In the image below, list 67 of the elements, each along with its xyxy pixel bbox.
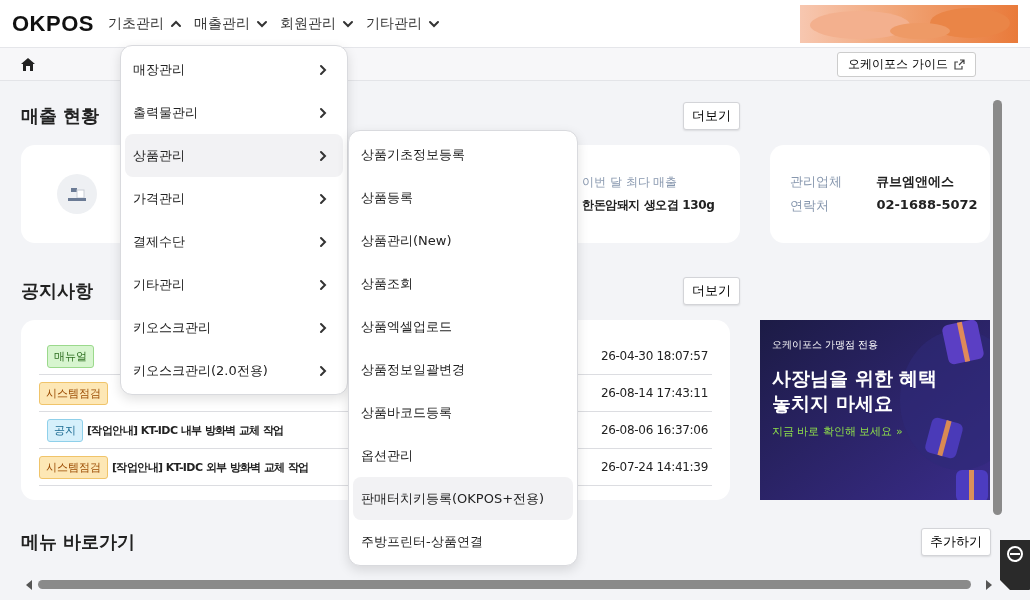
menu-item[interactable]: 상품등록	[353, 176, 573, 219]
nav-menu[interactable]: 회원관리	[279, 12, 354, 35]
menu-item[interactable]: 출력물관리	[125, 91, 343, 134]
logo[interactable]: OKPOS	[12, 10, 94, 37]
menu-item[interactable]: 키오스크관리	[125, 306, 343, 349]
chevron-right-icon	[317, 106, 329, 119]
notice-date: 26-08-06 16:37:06	[600, 423, 708, 437]
notice-date: 26-08-14 17:43:11	[600, 386, 708, 400]
menu-item[interactable]: 가격관리	[125, 177, 343, 220]
info-value: 02-1688-5072	[876, 197, 979, 214]
chevron-right-icon	[317, 235, 329, 248]
menu-item[interactable]: 상품관리(New)	[353, 219, 573, 262]
menu-item[interactable]: 옵션관리	[353, 434, 573, 477]
chevron-right-icon	[317, 63, 329, 76]
menu-item[interactable]: 상품바코드등록	[353, 391, 573, 434]
scroll-right-icon[interactable]	[985, 580, 993, 590]
notice-date: 26-07-24 14:41:39	[600, 460, 708, 474]
menu-item[interactable]: 기타관리	[125, 263, 343, 306]
notice-title[interactable]: [작업안내] KT-IDC 내부 방화벽 교체 작업	[87, 422, 284, 438]
nav-menu[interactable]: 매출관리	[193, 12, 268, 35]
info-label: 연락처	[790, 197, 830, 215]
section-title: 매출 현황	[21, 104, 100, 128]
category-tag: 시스템점검	[39, 381, 108, 405]
nav-menu[interactable]: 기타관리	[365, 12, 440, 35]
notice-date: 26-04-30 18:07:57	[600, 349, 708, 363]
menu-item[interactable]: 매장관리	[125, 48, 343, 91]
section-title: 메뉴 바로가기	[21, 530, 136, 554]
menu-item[interactable]: 키오스크관리(2.0전용)	[125, 349, 343, 392]
menu-item[interactable]: 상품정보일괄변경	[353, 348, 573, 391]
chevron-right-icon	[317, 278, 329, 291]
notice-title[interactable]: [작업안내] KT-IDC 외부 방화벽 교체 작업	[112, 459, 309, 475]
menu-item[interactable]: 상품조회	[353, 262, 573, 305]
nav-menu[interactable]: 기초관리	[107, 12, 182, 35]
top-item-value: 한돈암돼지 생오겹 130g	[582, 197, 716, 214]
more-button[interactable]: 더보기	[683, 102, 740, 130]
remote-support-icon[interactable]	[1000, 540, 1030, 590]
top-item-label: 이번 달 최다 매출	[582, 174, 679, 191]
banner-headline: 사장님을 위한 혜택	[772, 366, 938, 391]
cash-register-icon	[57, 174, 97, 214]
promo-banner[interactable]: 오케이포스 가맹점 전용 사장님을 위한 혜택 놓치지 마세요 지금 바로 확인해 보세요 »	[760, 320, 990, 500]
chevron-right-icon	[317, 364, 329, 377]
category-tag: 시스템점검	[39, 455, 108, 479]
category-tag: 공지	[47, 418, 83, 442]
category-tag: 매뉴얼	[47, 344, 94, 368]
vertical-scrollbar[interactable]	[993, 100, 1002, 515]
menu-item[interactable]: 주방프린터-상품연결	[353, 520, 573, 563]
menu-item[interactable]: 결제수단	[125, 220, 343, 263]
horizontal-scrollbar[interactable]	[38, 580, 971, 589]
info-value: 큐브엠앤에스	[876, 173, 956, 191]
chevron-right-icon	[317, 192, 329, 205]
more-button[interactable]: 더보기	[683, 277, 740, 305]
chevron-right-icon	[317, 149, 329, 162]
home-icon[interactable]	[20, 56, 36, 72]
section-title: 공지사항	[21, 279, 93, 303]
info-label: 관리업체	[790, 173, 843, 191]
scroll-left-icon[interactable]	[25, 580, 33, 590]
add-button[interactable]: 추가하기	[921, 528, 991, 556]
menu-item[interactable]: 상품기초정보등록	[353, 133, 573, 176]
guide-button[interactable]: 오케이포스 가이드	[837, 51, 976, 77]
external-link-icon	[954, 58, 965, 70]
chevron-right-icon	[317, 321, 329, 334]
banner-eyebrow: 오케이포스 가맹점 전용	[772, 338, 880, 352]
banner-headline: 놓치지 마세요	[772, 391, 894, 416]
menu-item[interactable]: 판매터치키등록(OKPOS+전용)	[353, 477, 573, 520]
menu-item[interactable]: 상품엑셀업로드	[353, 305, 573, 348]
menu-item[interactable]: 상품관리	[125, 134, 343, 177]
banner-link[interactable]: 지금 바로 확인해 보세요 »	[772, 424, 938, 439]
